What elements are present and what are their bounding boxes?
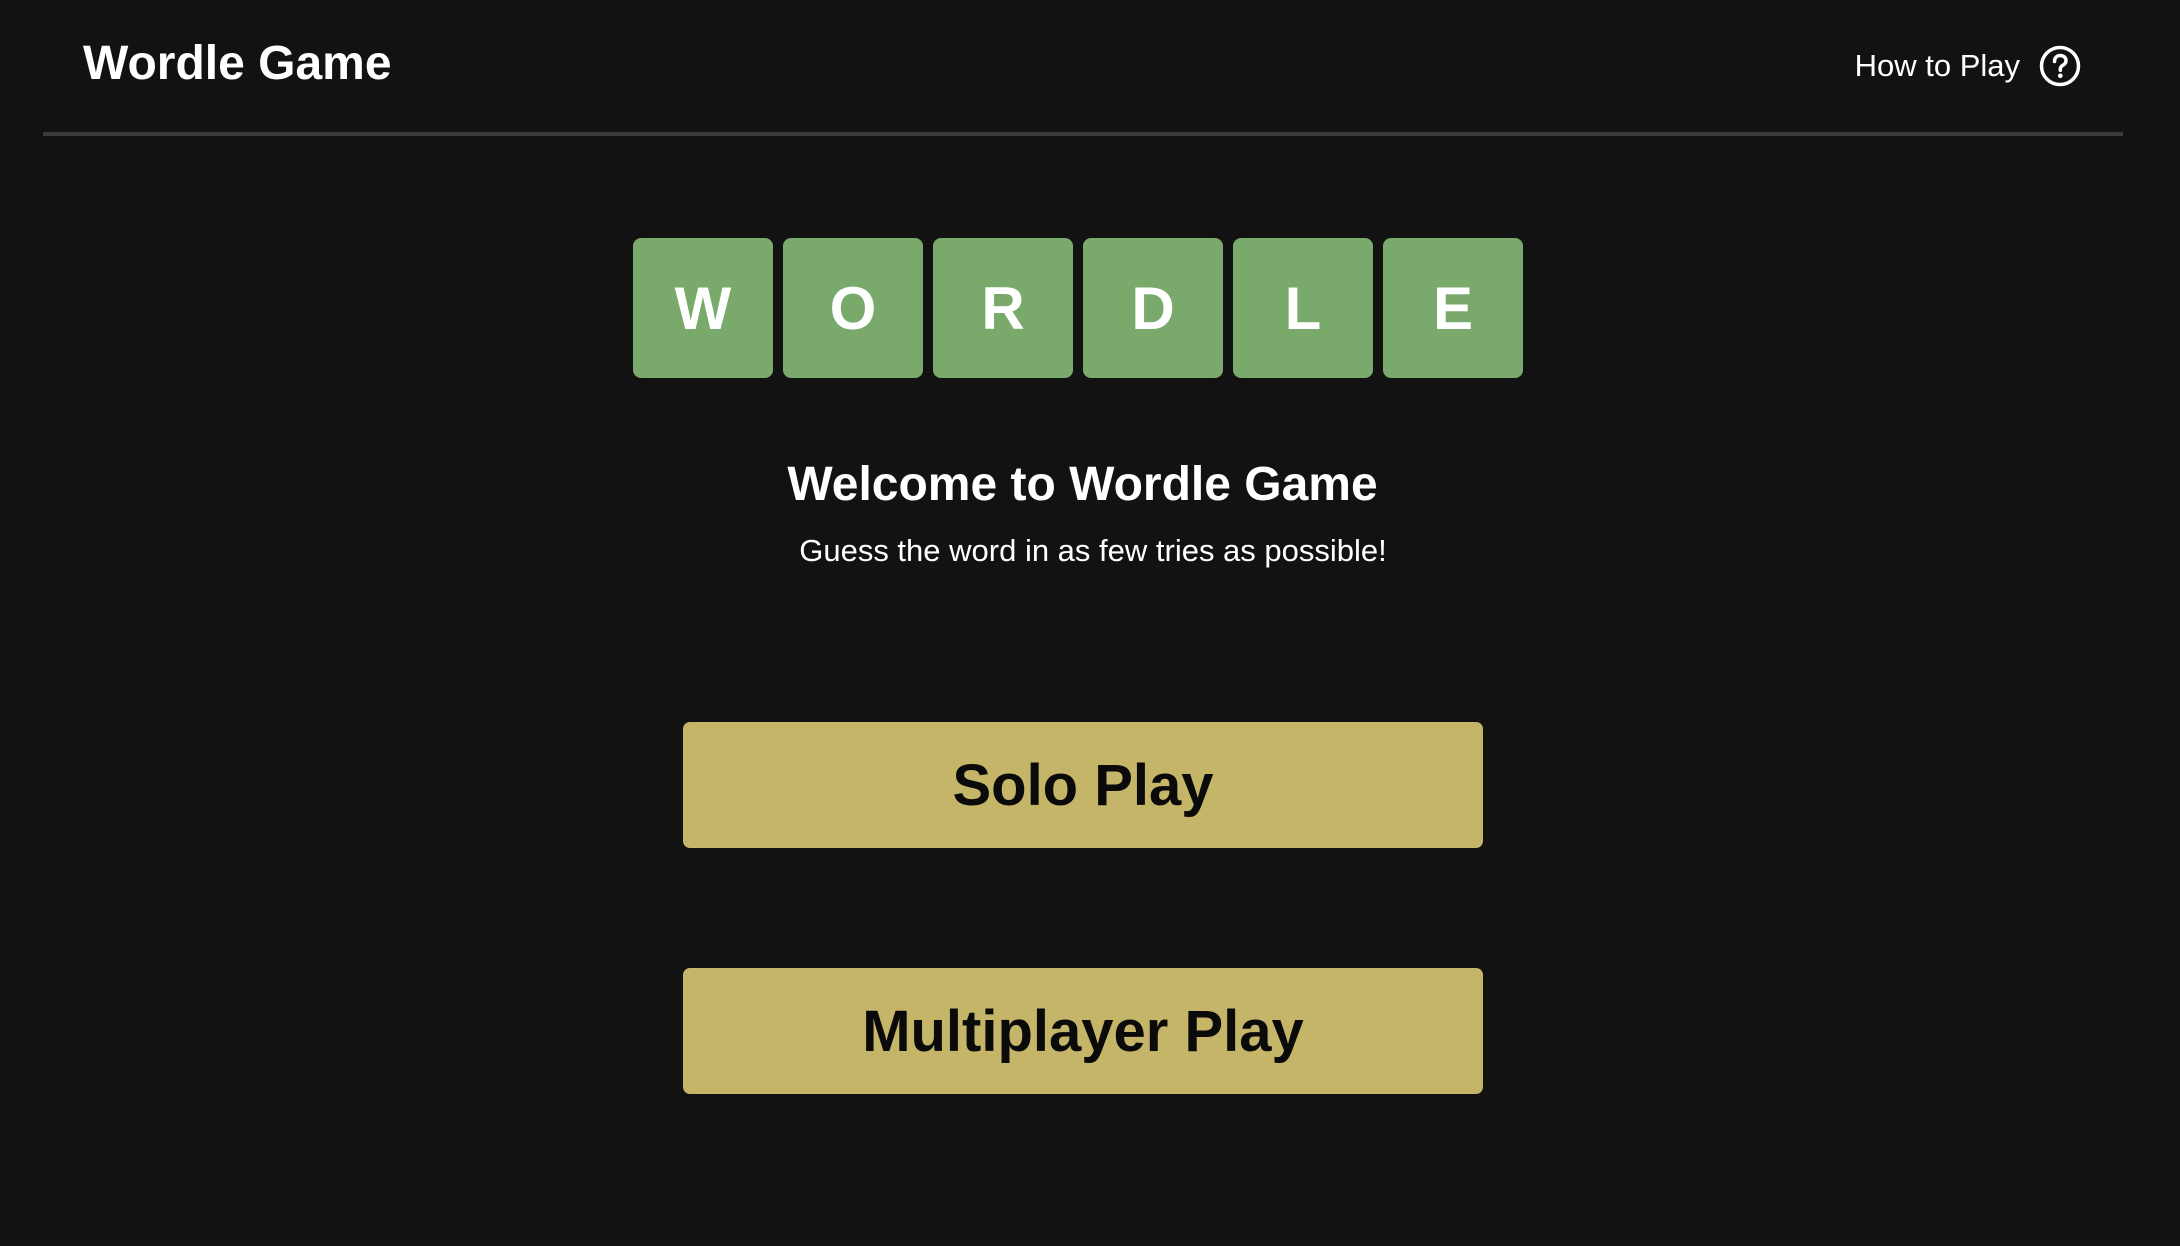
question-circle-icon [2039,45,2081,87]
logo-tile: R [933,238,1073,378]
logo-tile: W [633,238,773,378]
logo-tile: L [1233,238,1373,378]
top-header: Wordle Game How to Play [43,0,2123,136]
welcome-title: Welcome to Wordle Game [787,458,1378,511]
wordle-logo-tiles: W O R D L E [633,238,1523,378]
how-to-play-button[interactable]: How to Play [1855,43,2081,89]
how-to-play-label: How to Play [1854,48,2020,83]
welcome-subtitle: Guess the word in as few tries as possib… [799,533,1387,568]
app-title: Wordle Game [83,37,392,90]
solo-play-button[interactable]: Solo Play [683,722,1483,848]
logo-tile: D [1083,238,1223,378]
logo-tile: E [1383,238,1523,378]
logo-tile: O [783,238,923,378]
multiplayer-play-button[interactable]: Multiplayer Play [683,968,1483,1094]
